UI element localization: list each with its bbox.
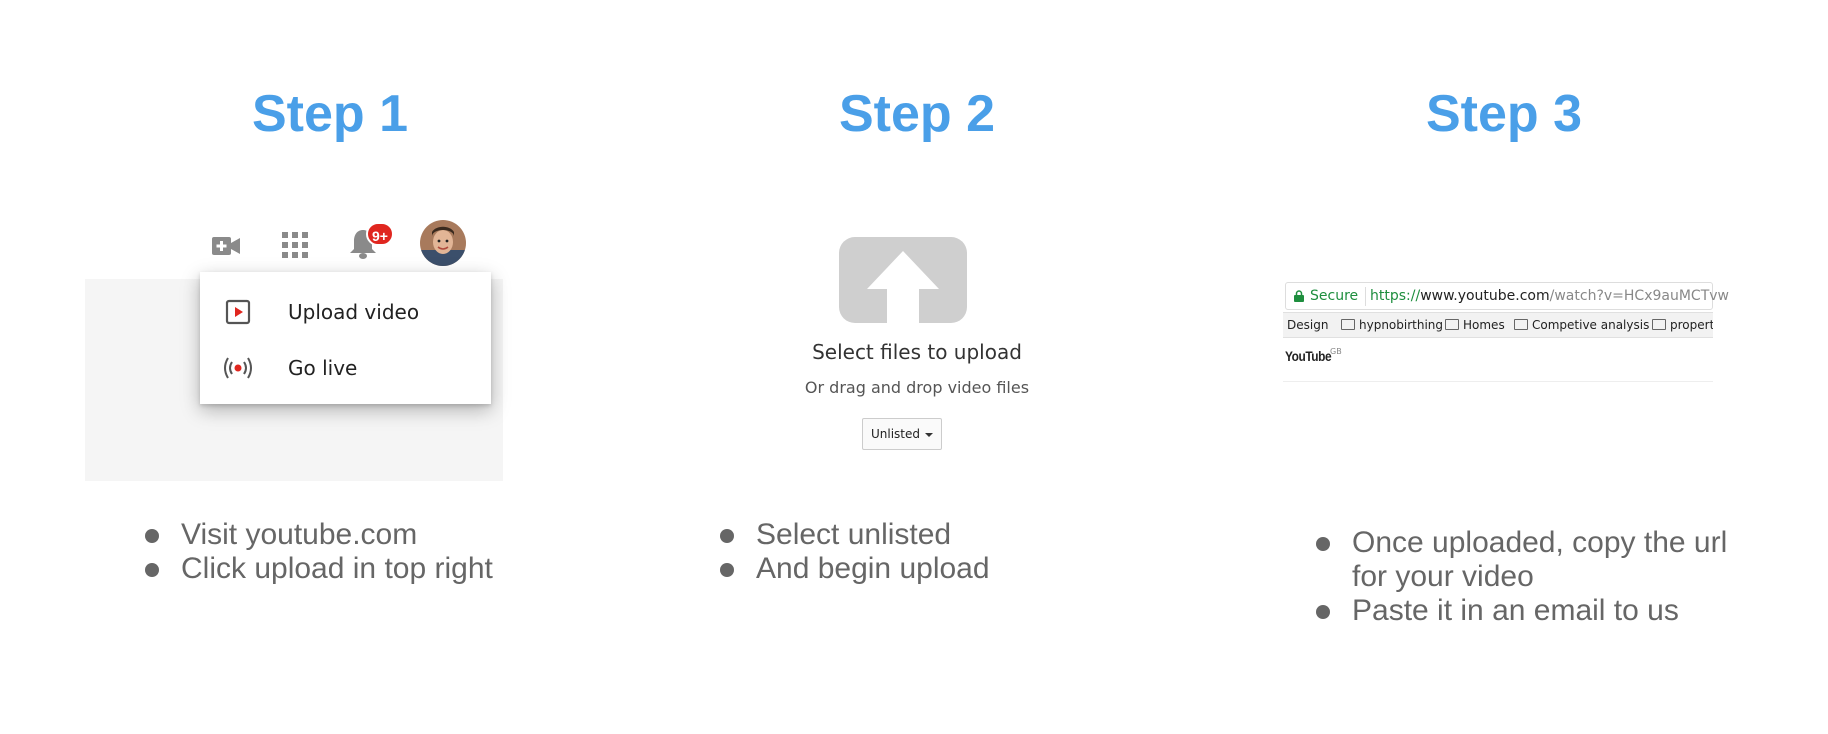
- step-3-instructions: Once uploaded, copy the url for your vid…: [1314, 526, 1734, 628]
- step-1-title: Step 1: [251, 85, 409, 143]
- bookmark-label: Design: [1287, 318, 1329, 332]
- step-2-instructions: Select unlisted And begin upload: [718, 518, 990, 586]
- menu-item-label: Go live: [288, 356, 358, 380]
- upload-subtitle: Or drag and drop video files: [804, 378, 1030, 397]
- folder-icon: [1652, 319, 1666, 330]
- url-host: www.youtube.com: [1420, 288, 1550, 304]
- video-camera-add-icon[interactable]: [212, 234, 240, 258]
- privacy-select-value: Unlisted: [870, 427, 920, 441]
- browser-window: Secure https://www.youtube.com/watch?v=H…: [1283, 280, 1729, 384]
- address-bar[interactable]: Secure https://www.youtube.com/watch?v=H…: [1285, 282, 1729, 310]
- url-scheme: https://: [1370, 288, 1421, 304]
- upload-video-icon: [225, 299, 251, 325]
- url-text: https://www.youtube.com/watch?v=HCx9auMC…: [1370, 288, 1729, 304]
- bookmark-hypnobirthing[interactable]: hypnobirthing: [1341, 318, 1443, 332]
- list-item: Paste it in an email to us: [1314, 594, 1734, 628]
- notification-badge: 9+: [366, 222, 394, 246]
- list-item: Click upload in top right: [143, 552, 493, 586]
- bookmark-propert[interactable]: propert: [1652, 318, 1713, 332]
- go-live-icon: [224, 357, 252, 379]
- upload-dropdown-menu: Upload video Go live: [200, 272, 491, 404]
- menu-item-label: Upload video: [288, 300, 420, 324]
- youtube-logo[interactable]: YouTube: [1285, 348, 1332, 364]
- lock-icon: [1294, 290, 1304, 302]
- folder-icon: [1445, 319, 1459, 330]
- step-1-instructions: Visit youtube.com Click upload in top ri…: [143, 518, 493, 586]
- caret-down-icon: [925, 432, 933, 437]
- bookmark-competive-analysis[interactable]: Competive analysis: [1514, 318, 1649, 332]
- bookmark-homes[interactable]: Homes: [1445, 318, 1505, 332]
- apps-grid-icon[interactable]: [282, 232, 308, 258]
- bookmark-label: Homes: [1463, 318, 1505, 332]
- divider: [1283, 381, 1713, 382]
- step-3-title: Step 3: [1425, 85, 1583, 143]
- menu-item-go-live[interactable]: Go live: [200, 342, 491, 394]
- youtube-region-label: GB: [1330, 347, 1342, 356]
- step-2-title: Step 2: [838, 85, 996, 143]
- list-item: Once uploaded, copy the url for your vid…: [1314, 526, 1734, 594]
- folder-icon: [1514, 319, 1528, 330]
- avatar[interactable]: [420, 220, 466, 266]
- bookmark-design[interactable]: Design: [1287, 318, 1328, 332]
- secure-label: Secure: [1310, 288, 1359, 304]
- folder-icon: [1341, 319, 1355, 330]
- upload-arrow-icon[interactable]: [839, 237, 967, 323]
- list-item: Visit youtube.com: [143, 518, 493, 552]
- upload-title: Select files to upload: [812, 340, 1022, 364]
- bookmark-label: propert: [1670, 318, 1713, 332]
- bookmark-label: hypnobirthing: [1359, 318, 1444, 332]
- list-item: Select unlisted: [718, 518, 990, 552]
- bookmark-label: Competive analysis: [1532, 318, 1650, 332]
- privacy-select[interactable]: Unlisted: [862, 418, 942, 450]
- menu-item-upload-video[interactable]: Upload video: [200, 286, 491, 338]
- url-path: /watch?v=HCx9auMCTvw: [1549, 288, 1729, 304]
- list-item: And begin upload: [718, 552, 990, 586]
- youtube-toolbar: 9+: [200, 218, 480, 278]
- address-divider: [1365, 287, 1366, 306]
- bookmarks-bar: Design hypnobirthing Homes Competive ana…: [1283, 312, 1713, 338]
